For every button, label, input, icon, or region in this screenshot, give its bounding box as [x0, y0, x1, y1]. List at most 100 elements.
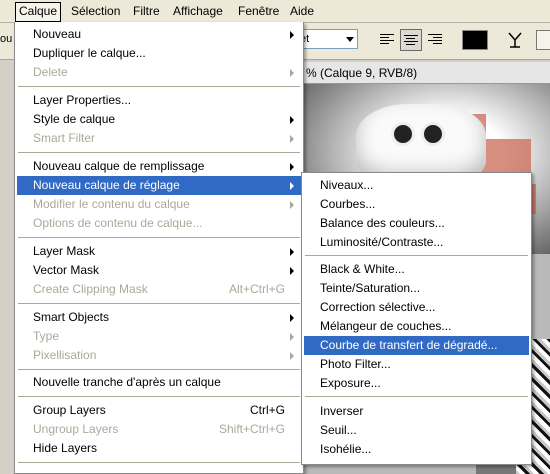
font-style-select[interactable]: et	[296, 29, 358, 49]
menu-item-label: Smart Filter	[33, 131, 96, 145]
menu-item-label: Nouveau calque de remplissage	[33, 159, 205, 173]
submenu-arrow-icon	[290, 135, 294, 143]
menu-separator	[305, 255, 528, 256]
menu-item-label: Nouvelle tranche d'après un calque	[33, 375, 221, 389]
menu-selection[interactable]: Sélection	[68, 2, 123, 20]
menu-item-smart-filter[interactable]: Smart Filter	[17, 129, 301, 148]
align-right-button[interactable]	[424, 29, 446, 51]
menu-separator	[18, 462, 300, 463]
submenu-item-seuil[interactable]: Seuil...	[304, 421, 529, 440]
menu-item-label: Nouveau	[33, 27, 82, 41]
menu-item-label: Layer Properties...	[33, 93, 132, 107]
menu-item-label: Pixellisation	[33, 348, 97, 362]
menu-item-clipping-mask[interactable]: Create Clipping Mask Alt+Ctrl+G	[17, 280, 301, 299]
menu-item-ungroup-layers[interactable]: Ungroup Layers Shift+Ctrl+G	[17, 420, 301, 439]
menu-item-modifier-contenu[interactable]: Modifier le contenu du calque	[17, 195, 301, 214]
submenu-item-exposure[interactable]: Exposure...	[304, 374, 529, 393]
menu-item-nouveau[interactable]: Nouveau	[17, 25, 301, 44]
menu-separator	[18, 396, 300, 397]
submenu-arrow-icon	[290, 314, 294, 322]
menu-item-label: Type	[33, 329, 60, 343]
menu-separator	[305, 396, 528, 397]
menu-item-label: Nouveau calque de réglage	[33, 178, 180, 192]
menu-item-label: Delete	[33, 65, 68, 79]
menu-item-shortcut: Ctrl+G	[249, 403, 285, 417]
submenu-item-niveaux[interactable]: Niveaux...	[304, 176, 529, 195]
menu-item-label: Smart Objects	[33, 310, 110, 324]
submenu-item-melangeur-couches[interactable]: Mélangeur de couches...	[304, 317, 529, 336]
menu-item-layer-properties[interactable]: Layer Properties...	[17, 91, 301, 110]
menu-item-nouvelle-tranche[interactable]: Nouvelle tranche d'après un calque	[17, 373, 301, 392]
menu-item-hide-layers[interactable]: Hide Layers	[17, 439, 301, 458]
menu-item-style-de-calque[interactable]: Style de calque	[17, 110, 301, 129]
submenu-item-luminosite-contraste[interactable]: Luminosité/Contraste...	[304, 233, 529, 252]
menu-item-label: Hide Layers	[33, 441, 98, 455]
submenu-item-courbes[interactable]: Courbes...	[304, 195, 529, 214]
menu-separator	[18, 369, 300, 370]
toolbar-left-fragment: out	[0, 33, 12, 45]
menu-separator	[18, 303, 300, 304]
calque-menu: Nouveau Dupliquer le calque... Delete La…	[14, 22, 304, 474]
submenu-arrow-icon	[290, 333, 294, 341]
text-color-swatch[interactable]	[462, 30, 488, 50]
chevron-down-icon	[346, 37, 354, 42]
align-center-icon	[404, 35, 418, 47]
menu-item-calque-remplissage[interactable]: Nouveau calque de remplissage	[17, 157, 301, 176]
menu-item-label: Options de contenu de calque...	[33, 216, 203, 230]
submenu-arrow-icon	[290, 201, 294, 209]
align-left-icon	[380, 34, 394, 46]
submenu-arrow-icon	[290, 69, 294, 77]
menu-calque[interactable]: Calque	[15, 2, 62, 22]
menu-fenetre[interactable]: Fenêtre	[235, 2, 282, 20]
menu-item-calque-reglage[interactable]: Nouveau calque de réglage	[17, 176, 301, 195]
menu-item-label: Ungroup Layers	[33, 422, 119, 436]
document-title: % (Calque 9, RVB/8)	[296, 62, 550, 84]
menu-separator	[18, 86, 300, 87]
menu-item-label: Style de calque	[33, 112, 116, 126]
menu-item-shortcut: Alt+Ctrl+G	[228, 282, 285, 296]
submenu-arrow-icon	[290, 116, 294, 124]
adjustment-layer-submenu: Niveaux... Courbes... Balance des couleu…	[301, 172, 532, 465]
menu-item-group-layers[interactable]: Group Layers Ctrl+G	[17, 401, 301, 420]
submenu-item-black-white[interactable]: Black & White...	[304, 260, 529, 279]
align-center-button[interactable]	[400, 29, 422, 51]
menu-item-label: Group Layers	[33, 403, 106, 417]
align-right-icon	[428, 34, 442, 46]
character-panel-button[interactable]	[536, 30, 550, 50]
menu-separator	[18, 152, 300, 153]
submenu-arrow-icon	[290, 163, 294, 171]
menu-item-label: Modifier le contenu du calque	[33, 197, 190, 211]
menu-item-label: Dupliquer le calque...	[33, 46, 146, 60]
submenu-item-teinte-saturation[interactable]: Teinte/Saturation...	[304, 279, 529, 298]
menu-filtre[interactable]: Filtre	[130, 2, 163, 20]
menu-item-smart-objects[interactable]: Smart Objects	[17, 308, 301, 327]
submenu-arrow-icon	[290, 248, 294, 256]
submenu-arrow-icon	[290, 352, 294, 360]
align-left-button[interactable]	[376, 29, 398, 51]
menu-bar: Calque Sélection Filtre Affichage Fenêtr…	[0, 0, 550, 23]
menu-item-type[interactable]: Type	[17, 327, 301, 346]
menu-separator	[18, 237, 300, 238]
warp-text-icon	[508, 32, 522, 48]
menu-affichage[interactable]: Affichage	[170, 2, 226, 20]
menu-item-dupliquer[interactable]: Dupliquer le calque...	[17, 44, 301, 63]
submenu-item-isohelie[interactable]: Isohélie...	[304, 440, 529, 459]
submenu-arrow-icon	[290, 31, 294, 39]
submenu-item-inverser[interactable]: Inverser	[304, 402, 529, 421]
warp-text-button[interactable]	[506, 30, 524, 50]
menu-item-label: Vector Mask	[33, 263, 100, 277]
menu-item-vector-mask[interactable]: Vector Mask	[17, 261, 301, 280]
submenu-arrow-icon	[290, 267, 294, 275]
menu-item-pixellisation[interactable]: Pixellisation	[17, 346, 301, 365]
menu-aide[interactable]: Aide	[287, 2, 317, 20]
submenu-item-correction-selective[interactable]: Correction sélective...	[304, 298, 529, 317]
menu-item-delete[interactable]: Delete	[17, 63, 301, 82]
menu-item-label: Layer Mask	[33, 244, 96, 258]
menu-item-shortcut: Shift+Ctrl+G	[218, 422, 285, 436]
menu-item-options-contenu[interactable]: Options de contenu de calque...	[17, 214, 301, 233]
submenu-item-photo-filter[interactable]: Photo Filter...	[304, 355, 529, 374]
submenu-item-balance-couleurs[interactable]: Balance des couleurs...	[304, 214, 529, 233]
submenu-arrow-icon	[290, 182, 294, 190]
submenu-item-courbe-transfert-degrade[interactable]: Courbe de transfert de dégradé...	[304, 336, 529, 355]
menu-item-layer-mask[interactable]: Layer Mask	[17, 242, 301, 261]
